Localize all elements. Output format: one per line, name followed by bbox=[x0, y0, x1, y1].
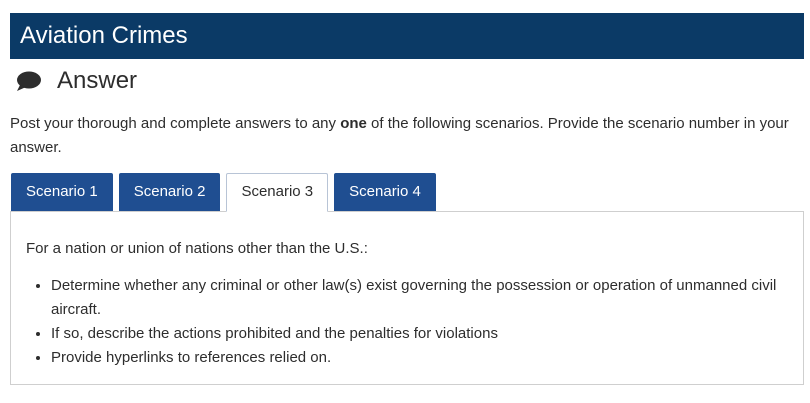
answer-label: Answer bbox=[57, 67, 138, 94]
instructions-emphasis: one bbox=[340, 115, 367, 132]
answer-heading: Answer bbox=[15, 64, 137, 98]
speech-bubble-icon bbox=[15, 70, 43, 92]
list-item: Determine whether any criminal or other … bbox=[51, 274, 801, 322]
instructions-text: Post your thorough and complete answers … bbox=[10, 112, 800, 160]
instructions-part1: Post your thorough and complete answers … bbox=[10, 115, 341, 132]
list-item: If so, describe the actions prohibited a… bbox=[51, 322, 801, 346]
scenario-bullet-list: Determine whether any criminal or other … bbox=[33, 274, 801, 370]
scenario-panel: For a nation or union of nations other t… bbox=[10, 211, 804, 385]
tab-scenario-1[interactable]: Scenario 1 bbox=[11, 173, 113, 211]
tab-scenario-4[interactable]: Scenario 4 bbox=[334, 173, 436, 211]
scenario-lead: For a nation or union of nations other t… bbox=[26, 240, 368, 257]
scenario-tabs: Scenario 1 Scenario 2 Scenario 3 Scenari… bbox=[11, 173, 442, 212]
page: Aviation Crimes Answer Post your thoroug… bbox=[0, 0, 810, 403]
tab-scenario-2[interactable]: Scenario 2 bbox=[118, 173, 221, 211]
list-item: Provide hyperlinks to references relied … bbox=[51, 346, 801, 370]
page-title: Aviation Crimes bbox=[10, 13, 804, 59]
tab-scenario-3[interactable]: Scenario 3 bbox=[226, 173, 329, 212]
